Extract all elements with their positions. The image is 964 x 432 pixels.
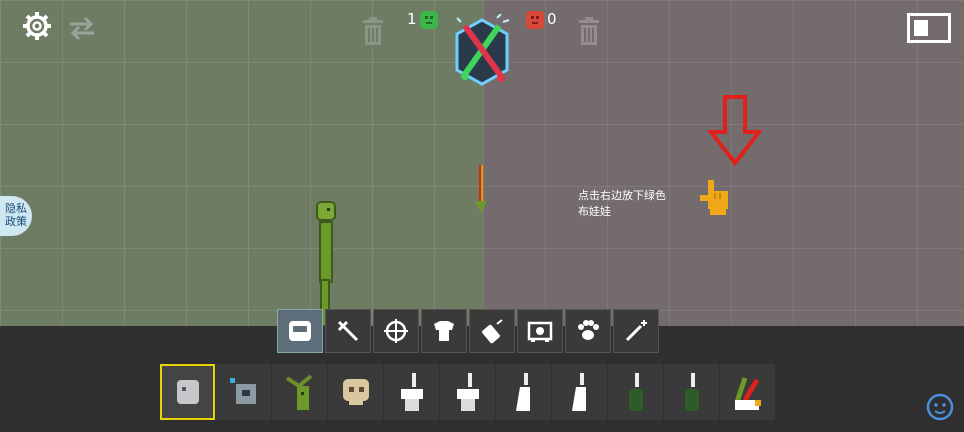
green-figure-icon-2 <box>684 373 699 411</box>
item-white-figure[interactable] <box>496 364 551 420</box>
gray-block-figure-icon <box>176 380 199 404</box>
item-white-toilet[interactable] <box>384 364 439 420</box>
sword-icon <box>337 320 359 342</box>
privacy-line-1: 隐私 <box>5 202 27 215</box>
item-bar <box>160 364 775 420</box>
category-powers[interactable] <box>613 309 659 353</box>
category-bar <box>277 309 659 353</box>
white-figure-icon-2 <box>571 373 586 411</box>
category-machinery[interactable] <box>517 309 563 353</box>
armor-icon <box>434 321 454 341</box>
item-white-figure-2[interactable] <box>552 364 607 420</box>
plant-creature-icon <box>285 374 312 410</box>
trash-icon-green-side[interactable] <box>361 16 385 46</box>
item-white-toilet-2[interactable] <box>440 364 495 420</box>
item-robot-head[interactable] <box>216 364 271 420</box>
skull-icon <box>342 379 369 405</box>
item-green-figure-2[interactable] <box>664 364 719 420</box>
melon-ragdoll[interactable] <box>313 200 339 326</box>
swords-emblem-icon <box>455 14 510 86</box>
gear-icon[interactable] <box>22 11 52 41</box>
tutorial-hint: 点击右边放下绿色 布娃娃 <box>578 188 688 220</box>
tutorial-hint-line-2: 布娃娃 <box>578 205 611 218</box>
entity-block-icon <box>289 321 311 341</box>
red-team-count: 0 <box>547 10 557 28</box>
play-arena[interactable]: 1 0 隐私 政策 点击右边放下绿色 布娃娃 <box>0 0 964 326</box>
drop-arrow-marker <box>475 165 487 213</box>
privacy-line-2: 政策 <box>5 215 27 228</box>
tap-hand-icon <box>700 180 728 215</box>
trash-icon-red-side[interactable] <box>577 16 601 46</box>
category-melee[interactable] <box>325 309 371 353</box>
green-team-icon <box>420 11 438 29</box>
red-team-icon <box>526 11 544 29</box>
paw-icon <box>578 320 599 340</box>
robot-head-icon <box>229 378 256 404</box>
red-down-arrow-icon <box>708 95 762 166</box>
toilet-icon-2 <box>456 373 479 411</box>
green-team-count: 1 <box>407 10 417 28</box>
category-clothing[interactable] <box>421 309 467 353</box>
category-firearms[interactable] <box>373 309 419 353</box>
green-side-area[interactable] <box>0 0 483 326</box>
category-entities[interactable] <box>277 309 323 353</box>
item-gray-block-figure[interactable] <box>160 364 215 420</box>
item-bone-skull[interactable] <box>328 364 383 420</box>
item-colorful-creature[interactable] <box>720 364 775 420</box>
bomb-icon <box>482 319 503 344</box>
white-figure-icon <box>515 373 530 411</box>
colorful-creature-icon <box>734 377 761 410</box>
window-toggle-icon[interactable] <box>907 13 951 43</box>
category-explosives[interactable] <box>469 309 515 353</box>
item-green-plant-creature[interactable] <box>272 364 327 420</box>
crosshair-icon <box>384 319 408 343</box>
swap-icon[interactable] <box>66 12 98 44</box>
toilet-icon <box>400 373 423 411</box>
magic-wand-icon <box>625 320 647 342</box>
green-figure-icon <box>628 373 643 411</box>
category-animals[interactable] <box>565 309 611 353</box>
profile-face-icon[interactable] <box>926 393 954 421</box>
tutorial-hint-line-1: 点击右边放下绿色 <box>578 189 666 202</box>
item-green-figure[interactable] <box>608 364 663 420</box>
machine-icon <box>527 321 553 342</box>
